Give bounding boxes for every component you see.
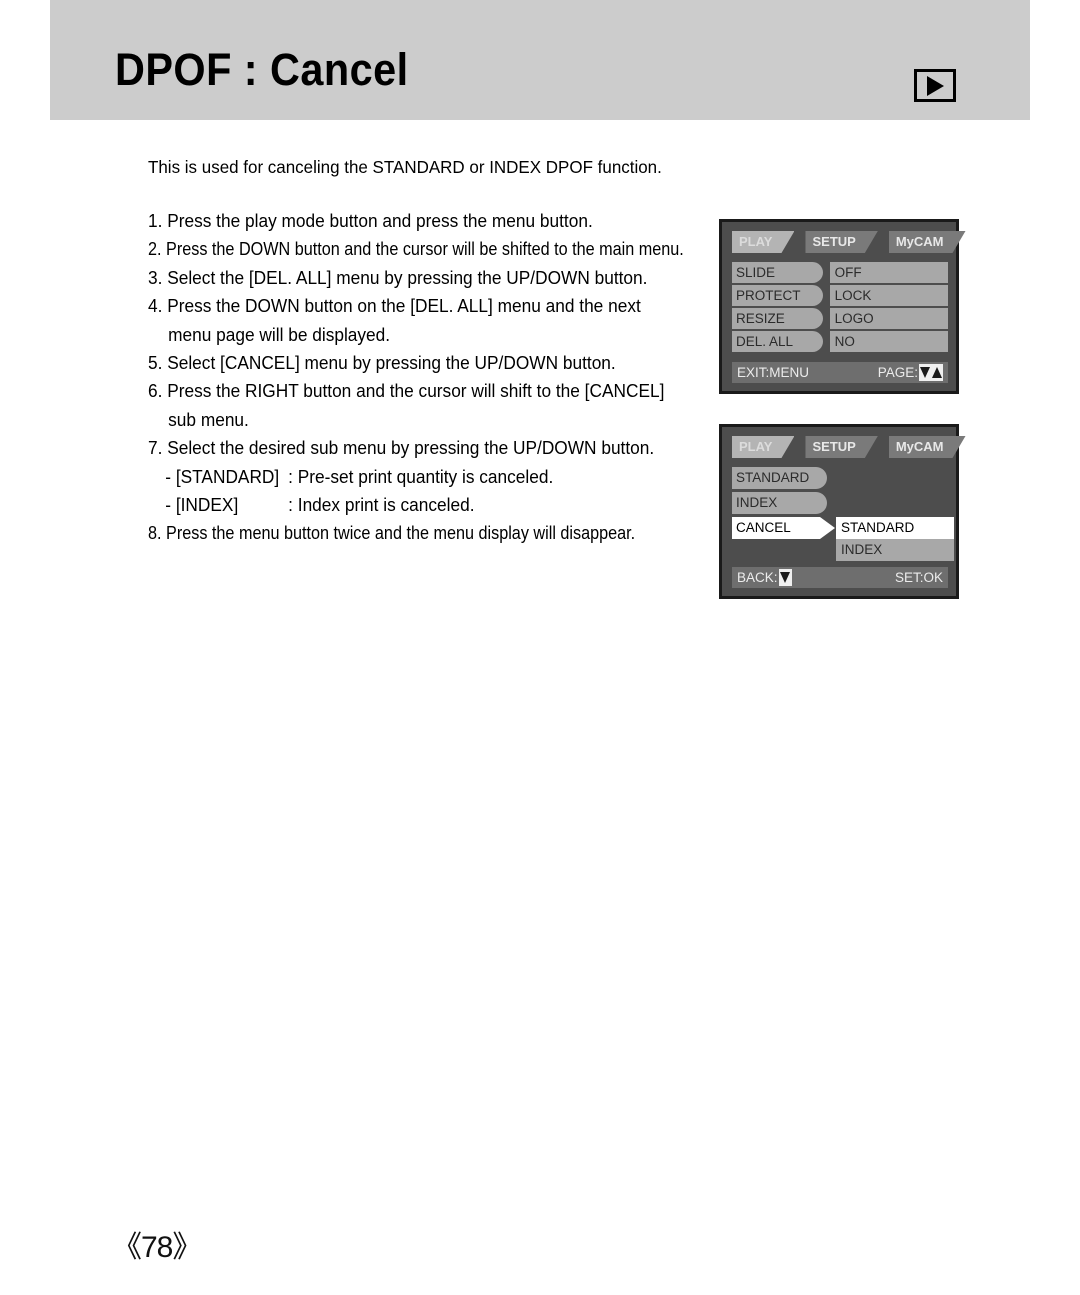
step-item-6-cont: sub menu.	[168, 409, 249, 430]
page-header-band: DPOF : Cancel	[50, 0, 1030, 120]
lcd1-tab-play[interactable]: PLAY	[732, 231, 794, 253]
lcd-screenshot-play-menu: PLAY SETUP MyCAM SLIDE OFF PROTECT LOCK …	[719, 219, 959, 394]
lcd2-submenu: STANDARD INDEX	[836, 517, 954, 561]
steps-list: 1. Press the play mode button and press …	[148, 207, 708, 548]
lcd2-tab-play[interactable]: PLAY	[732, 436, 794, 458]
lcd1-value-slide[interactable]: OFF	[829, 262, 948, 283]
lcd2-tab-setup[interactable]: SETUP	[805, 436, 877, 458]
lcd1-value-resize[interactable]: LOGO	[829, 308, 948, 329]
step-item-5: 5. Select [CANCEL] menu by pressing the …	[148, 353, 616, 374]
lcd1-value-protect[interactable]: LOCK	[829, 285, 948, 306]
sub-item-index: - [INDEX] : Index print is canceled.	[148, 491, 686, 519]
lcd2-tab-bar: PLAY SETUP MyCAM	[732, 436, 966, 458]
intro-paragraph: This is used for canceling the STANDARD …	[148, 157, 662, 177]
lcd1-status-bar: EXIT:MENU PAGE:	[732, 362, 948, 383]
lcd2-status-bar: BACK: SET:OK	[732, 567, 948, 588]
step-item-6: 6. Press the RIGHT button and the cursor…	[148, 381, 665, 402]
instruction-text-block: This is used for canceling the STANDARD …	[148, 155, 708, 548]
lcd2-label-cancel-selected[interactable]: CANCEL	[732, 517, 835, 539]
page-title: DPOF : Cancel	[115, 44, 409, 95]
lcd2-set-ok-label: SET:OK	[894, 570, 943, 585]
lcd1-row-resize[interactable]: RESIZE LOGO	[732, 308, 948, 329]
lcd1-value-del-all[interactable]: NO	[829, 331, 948, 352]
sub-item-standard-label: - [STANDARD]	[165, 466, 280, 487]
play-triangle-icon	[927, 76, 944, 96]
step-item-3: 3. Select the [DEL. ALL] menu by pressin…	[148, 267, 648, 288]
lcd1-label-protect[interactable]: PROTECT	[732, 285, 823, 306]
lcd1-tab-bar: PLAY SETUP MyCAM	[732, 231, 966, 253]
lcd1-menu-list: SLIDE OFF PROTECT LOCK RESIZE LOGO DEL. …	[732, 262, 948, 354]
step-item-4: 4. Press the DOWN button on the [DEL. AL…	[148, 296, 641, 317]
lcd1-exit-menu-label: EXIT:MENU	[737, 365, 810, 380]
lcd-screenshot-dpof-cancel-menu: PLAY SETUP MyCAM STANDARD INDEX CANCEL S…	[719, 424, 959, 599]
up-down-arrows-icon	[919, 364, 943, 381]
down-arrow-icon	[778, 569, 792, 586]
lcd2-row-index[interactable]: INDEX	[732, 492, 948, 515]
lcd1-row-protect[interactable]: PROTECT LOCK	[732, 285, 948, 306]
lcd1-label-resize[interactable]: RESIZE	[732, 308, 823, 329]
lcd2-submenu-standard[interactable]: STANDARD	[836, 517, 954, 539]
step-item-2: 2. Press the DOWN button and the cursor …	[148, 239, 684, 260]
lcd2-back-label: BACK:	[737, 570, 778, 585]
step-item-8: 8. Press the menu button twice and the m…	[148, 523, 636, 544]
lcd2-back-indicator: BACK:	[737, 567, 792, 588]
lcd2-tab-mycam[interactable]: MyCAM	[889, 436, 966, 458]
lcd1-page-label: PAGE:	[877, 365, 918, 380]
step-item-7: 7. Select the desired sub menu by pressi…	[148, 438, 655, 459]
lcd1-tab-mycam[interactable]: MyCAM	[889, 231, 966, 253]
lcd1-label-del-all[interactable]: DEL. ALL	[732, 331, 823, 352]
sub-item-index-label: - [INDEX]	[165, 495, 239, 516]
lcd2-submenu-index[interactable]: INDEX	[836, 539, 954, 561]
sub-item-index-desc: : Index print is canceled.	[288, 495, 475, 516]
sub-item-standard: - [STANDARD] : Pre-set print quantity is …	[148, 463, 686, 491]
step-item-1: 1. Press the play mode button and press …	[148, 211, 593, 231]
lcd1-page-indicator: PAGE:	[878, 362, 943, 383]
sub-item-standard-desc: : Pre-set print quantity is canceled.	[288, 466, 554, 487]
lcd1-row-del-all[interactable]: DEL. ALL NO	[732, 331, 948, 352]
lcd2-label-standard[interactable]: STANDARD	[732, 467, 827, 489]
page-number: 《78》	[112, 1231, 202, 1264]
play-mode-icon	[914, 69, 956, 102]
lcd1-row-slide[interactable]: SLIDE OFF	[732, 262, 948, 283]
step-item-4-cont: menu page will be displayed.	[168, 324, 391, 345]
lcd2-label-index[interactable]: INDEX	[732, 492, 827, 514]
lcd2-row-standard[interactable]: STANDARD	[732, 467, 948, 490]
lcd1-label-slide[interactable]: SLIDE	[732, 262, 823, 283]
lcd1-tab-setup[interactable]: SETUP	[805, 231, 877, 253]
